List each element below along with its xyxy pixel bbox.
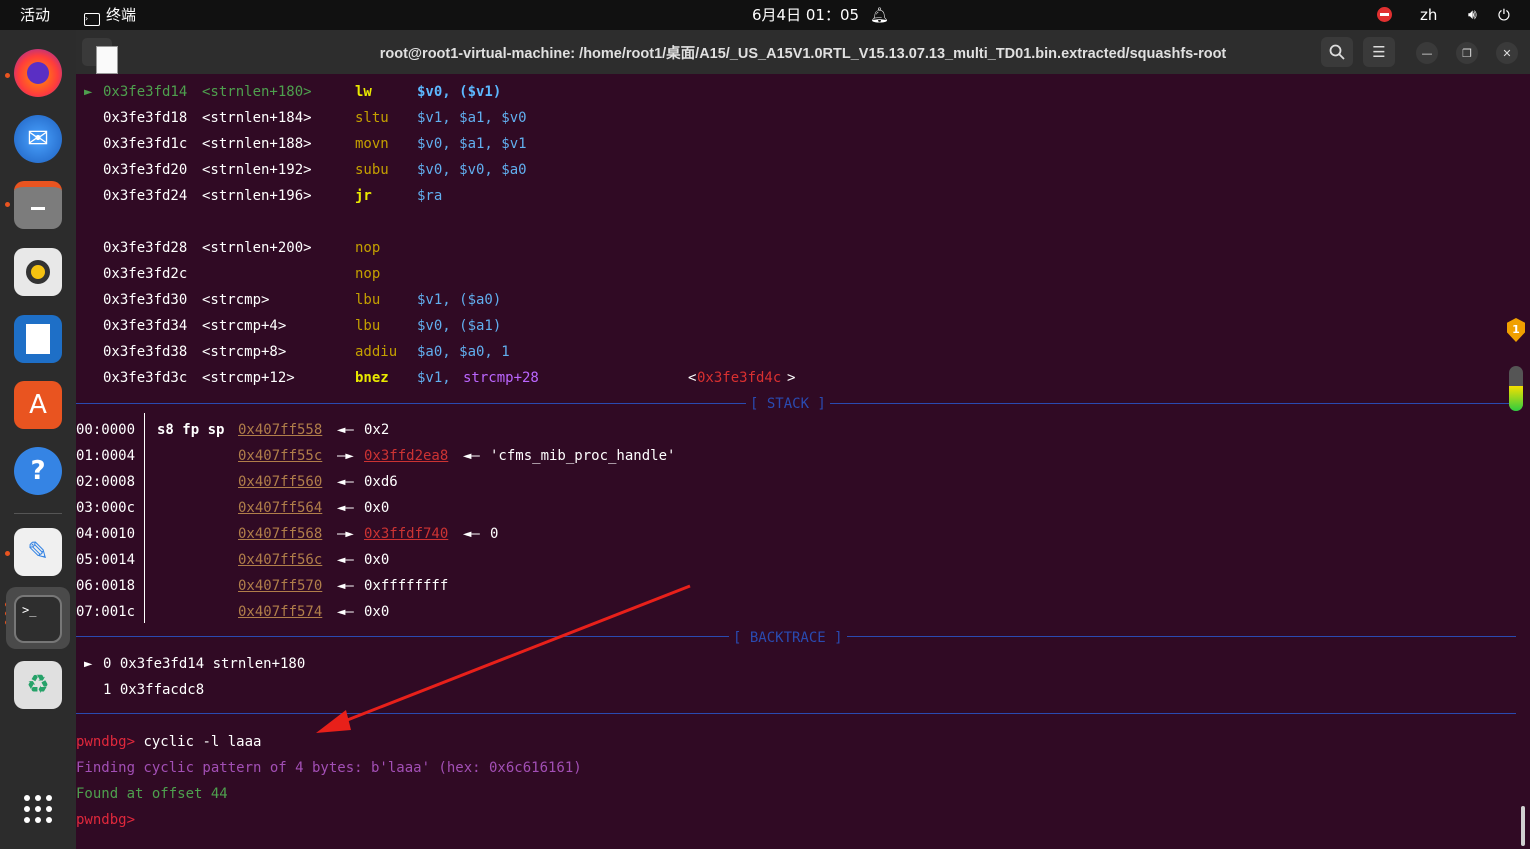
terminal-output[interactable]: ► 0x3fe3fd14 <strnlen+180> lw $v0, ($v1) 0x3f… xyxy=(76,74,1530,849)
help-icon[interactable]: ? xyxy=(14,447,62,495)
annotation-arrow xyxy=(316,584,691,733)
volume-icon[interactable]: 🔊︎ xyxy=(1468,6,1477,24)
terminal-app-menu[interactable]: › 终端 xyxy=(84,6,136,26)
thunderbird-icon[interactable]: ✉ xyxy=(14,115,62,163)
terminal-title-bar[interactable]: root@root1-virtual-machine: /home/root1/… xyxy=(76,30,1530,74)
search-icon xyxy=(1329,44,1345,60)
close-button[interactable]: ✕ xyxy=(1496,42,1518,64)
running-indicator xyxy=(5,551,10,556)
dock: ✉ A ? ✎ >_ ♻ xyxy=(0,30,76,849)
level-indicator xyxy=(1509,366,1523,411)
trash-icon[interactable]: ♻ xyxy=(14,661,62,709)
app-grid-icon[interactable] xyxy=(14,785,62,833)
window-title: root@root1-virtual-machine: /home/root1/… xyxy=(379,46,1227,62)
do-not-disturb-icon[interactable] xyxy=(1377,7,1392,22)
bell-icon: 🔔︎ xyxy=(870,6,890,24)
terminal-icon[interactable]: >_ xyxy=(14,595,62,643)
activities-button[interactable]: 活动 xyxy=(20,6,50,24)
running-indicator xyxy=(5,73,10,78)
writer-icon[interactable] xyxy=(14,315,62,363)
running-indicator xyxy=(5,202,10,207)
hamburger-icon: ☰ xyxy=(1372,43,1386,61)
text-editor-icon[interactable]: ✎ xyxy=(14,528,62,576)
terminal-app-icon: › xyxy=(84,13,100,26)
software-icon[interactable]: A xyxy=(14,381,62,429)
files-icon[interactable] xyxy=(14,181,62,229)
clock[interactable]: 6月4日 01：05 xyxy=(752,6,859,24)
maximize-icon: ❐ xyxy=(1462,46,1472,60)
power-icon[interactable]: ⏻ xyxy=(1498,6,1510,24)
input-method-indicator[interactable]: zh xyxy=(1420,6,1437,24)
firefox-icon[interactable] xyxy=(14,49,62,97)
app-name-label: 终端 xyxy=(106,6,137,24)
minimize-button[interactable]: — xyxy=(1416,42,1438,64)
system-top-bar: 活动 › 终端 6月4日 01：05 🔔︎ zh 🔊︎ ⏻ xyxy=(0,0,1530,30)
close-icon: ✕ xyxy=(1502,46,1512,60)
menu-button[interactable]: ☰ xyxy=(1363,37,1395,67)
rhythmbox-icon[interactable] xyxy=(14,248,62,296)
minimize-icon: — xyxy=(1421,46,1433,60)
maximize-button[interactable]: ❐ xyxy=(1456,42,1478,64)
search-button[interactable] xyxy=(1321,37,1353,67)
dock-divider xyxy=(14,513,62,514)
